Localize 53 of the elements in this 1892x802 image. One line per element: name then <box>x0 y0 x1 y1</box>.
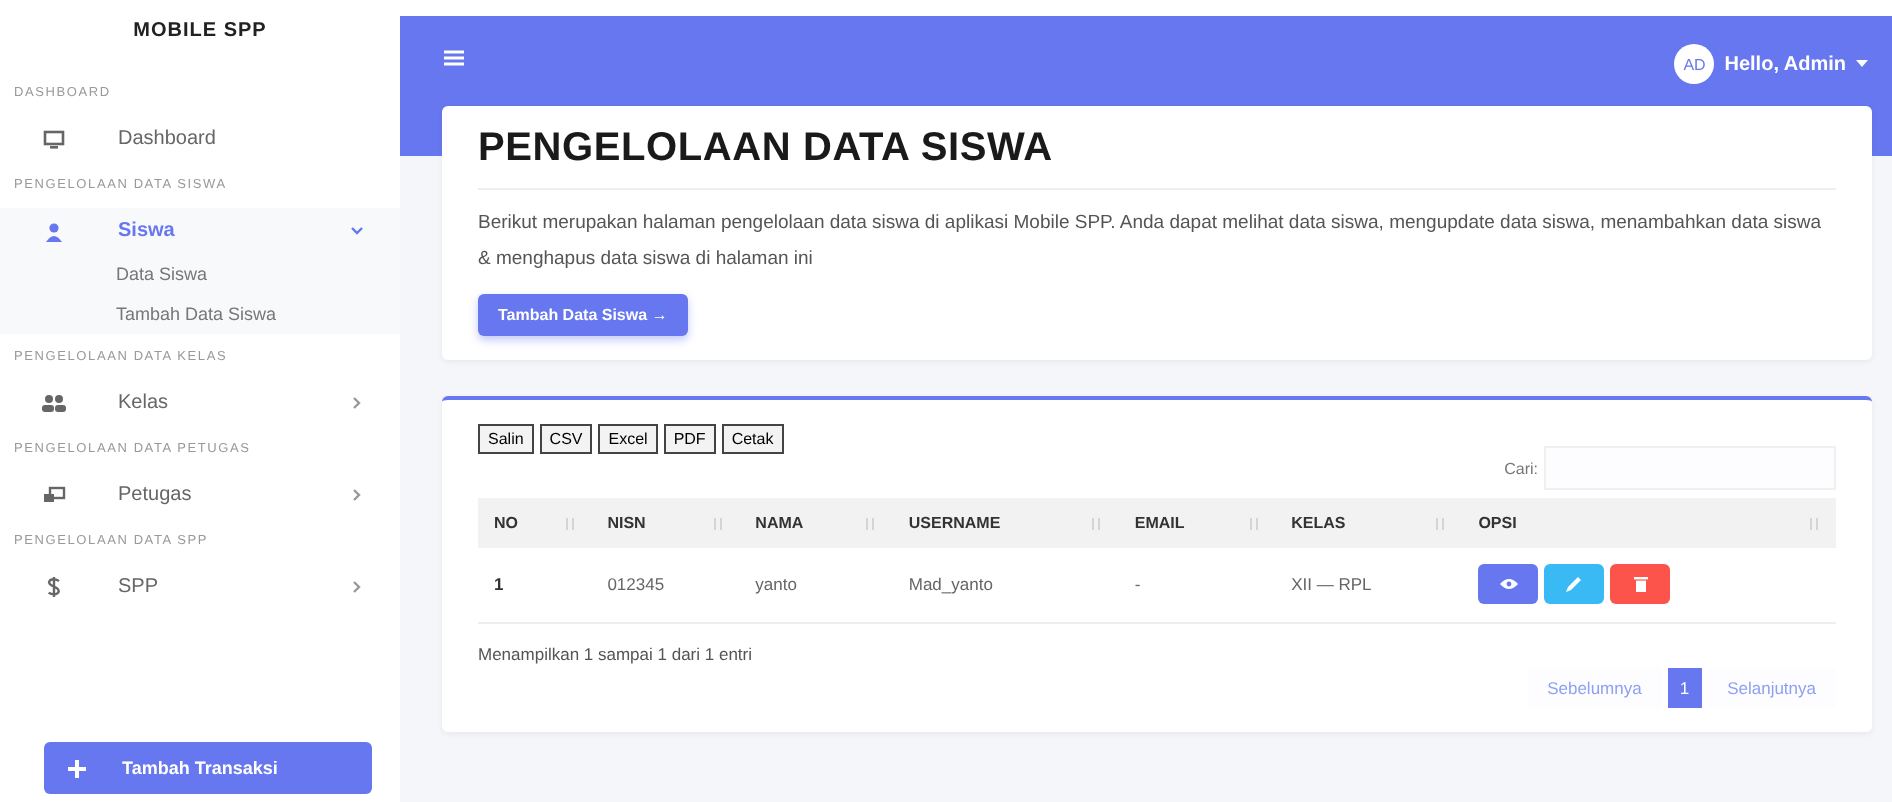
column-header[interactable]: NISN <box>607 514 646 532</box>
plus-icon <box>68 759 86 777</box>
sort-icon <box>1434 517 1447 529</box>
table-cell: XII — RPL <box>1291 574 1372 594</box>
sort-icon <box>1808 517 1820 529</box>
column-header[interactable]: NAMA <box>755 514 804 532</box>
column-header[interactable]: NO <box>494 514 518 532</box>
edit-button[interactable] <box>1544 564 1605 604</box>
sidebar-item[interactable]: Petugas <box>0 472 400 518</box>
table-cell: Mad_yanto <box>908 574 993 594</box>
users-icon <box>40 394 68 412</box>
trash-icon <box>1633 576 1648 592</box>
page-description: Berikut merupakan halaman pengelolaan data siswa di aplikasi Mobile SPP. Anda dapat melihat data siswa, mengupdate data siswa, menambahkan data siswa & menghapus data siswa di halaman ini <box>478 210 1824 274</box>
column-header[interactable]: KELAS <box>1291 514 1346 532</box>
eye-icon <box>1499 578 1518 590</box>
brand-title: MOBILE SPP <box>131 18 269 46</box>
export-button[interactable]: Salin <box>478 424 534 454</box>
table-info: Menampilkan 1 sampai 1 dari 1 entri <box>478 644 753 668</box>
table-cell: 012345 <box>607 574 665 594</box>
table-cell: - <box>1134 574 1141 594</box>
sort-icon <box>563 517 576 529</box>
sidebar-item[interactable]: Siswa <box>0 208 400 254</box>
view-button[interactable] <box>1478 564 1539 604</box>
add-student-button[interactable]: Tambah Data Siswa → <box>478 294 688 336</box>
sidebar-item[interactable]: Kelas <box>0 380 400 426</box>
sidebar-item[interactable]: SPP <box>0 564 400 610</box>
pencil-icon <box>1566 576 1583 592</box>
caret-icon[interactable] <box>1856 60 1868 68</box>
table-cell: yanto <box>755 574 797 594</box>
sort-icon <box>864 517 877 529</box>
export-button[interactable]: PDF <box>663 424 716 454</box>
column-header[interactable]: OPSI <box>1478 514 1517 532</box>
sort-icon <box>711 517 724 529</box>
search-label: Cari: <box>1504 459 1538 477</box>
export-button[interactable]: Cetak <box>721 424 784 454</box>
delete-button[interactable] <box>1610 564 1671 604</box>
export-button[interactable]: Excel <box>598 424 658 454</box>
submenu-item[interactable]: Tambah Data Siswa <box>0 294 400 334</box>
export-button[interactable]: CSV <box>539 424 593 454</box>
submenu-item[interactable]: Data Siswa <box>0 254 400 294</box>
column-header[interactable]: EMAIL <box>1134 514 1185 532</box>
sort-icon <box>1090 517 1103 529</box>
sidebar-item[interactable]: Dashboard <box>0 116 400 162</box>
page-title: PENGELOLAAN DATA SISWA <box>478 126 1836 190</box>
user-menu[interactable]: Hello, Admin <box>1724 53 1846 75</box>
column-header[interactable]: USERNAME <box>908 514 1001 532</box>
sort-icon <box>1247 517 1260 529</box>
menu-icon[interactable] <box>444 50 464 66</box>
monitor-icon <box>40 129 68 149</box>
add-transaction-button[interactable]: Tambah Transaksi <box>44 742 372 794</box>
page-button[interactable]: 1 <box>1667 668 1702 708</box>
table-cell: 1 <box>494 574 504 594</box>
avatar[interactable]: AD <box>1674 44 1715 84</box>
